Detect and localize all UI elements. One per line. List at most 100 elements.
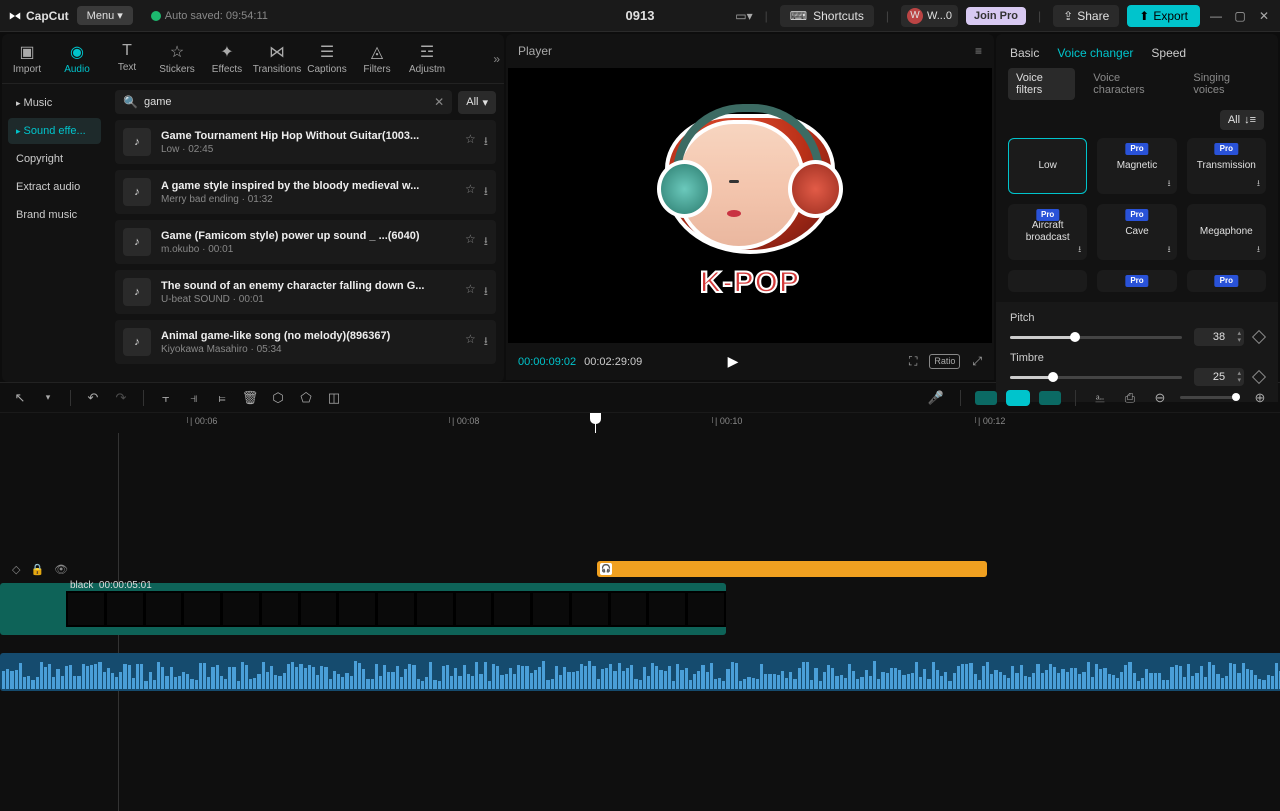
download-icon[interactable]: ⭳ — [484, 282, 488, 303]
redo-button[interactable]: ↷ — [111, 390, 131, 406]
tab-text[interactable]: TText — [102, 38, 152, 79]
user-chip[interactable]: W W...0 — [901, 5, 958, 27]
tab-effects[interactable]: ✦Effects — [202, 38, 252, 79]
favorite-icon[interactable]: ☆ — [465, 132, 476, 153]
crop-tool[interactable]: ◫ — [324, 390, 344, 406]
download-icon[interactable]: ⭳ — [484, 132, 488, 153]
subtab-voice-characters[interactable]: Voice characters — [1085, 68, 1175, 100]
audio-result-item[interactable]: ♪ The sound of an enemy character fallin… — [115, 270, 496, 314]
chevron-down-icon[interactable]: ▾ — [38, 392, 58, 403]
minimize-button[interactable]: — — [1208, 9, 1224, 23]
download-icon[interactable]: ⭳ — [484, 332, 488, 353]
tab-import[interactable]: ▣Import — [2, 38, 52, 79]
playhead-handle[interactable] — [590, 413, 601, 424]
mic-icon[interactable]: 🎤 — [926, 390, 946, 406]
tab-captions[interactable]: ☰Captions — [302, 38, 352, 79]
audio-result-item[interactable]: ♪ A game style inspired by the bloody me… — [115, 170, 496, 214]
zoom-out-icon[interactable]: ⊖ — [1150, 390, 1170, 406]
download-icon[interactable]: ⭳ — [1078, 244, 1081, 255]
marker-tool[interactable]: ⬡ — [268, 390, 288, 406]
diamond-icon[interactable]: ◇ — [12, 563, 20, 576]
player-menu-icon[interactable]: ≡ — [975, 44, 982, 58]
tab-stickers[interactable]: ☆Stickers — [152, 38, 202, 79]
download-icon[interactable]: ⭳ — [1168, 178, 1171, 189]
download-icon[interactable]: ⭳ — [484, 232, 488, 253]
undo-button[interactable]: ↶ — [83, 390, 103, 406]
audio-result-item[interactable]: ♪ Game Tournament Hip Hop Without Guitar… — [115, 120, 496, 164]
tab-adjustments[interactable]: ☲Adjustm — [402, 38, 452, 79]
maximize-button[interactable]: ▢ — [1232, 9, 1248, 23]
voice-card-partial[interactable] — [1008, 270, 1087, 292]
pitch-value[interactable]: 38▴▾ — [1194, 328, 1244, 346]
favorite-icon[interactable]: ☆ — [465, 282, 476, 303]
track-magnet-3[interactable] — [1039, 391, 1061, 405]
subtab-voice-filters[interactable]: Voice filters — [1008, 68, 1075, 100]
timeline-clip-video[interactable]: black 00:00:05:01 — [0, 583, 726, 635]
aspect-display-icon[interactable]: ▭▾ — [735, 9, 752, 23]
voice-filter-card[interactable]: Pro Cave ⭳ — [1097, 204, 1176, 260]
download-icon[interactable]: ⭳ — [1168, 244, 1171, 255]
voice-all-filter[interactable]: All↓≡ — [1220, 110, 1264, 130]
sidebar-item-copyright[interactable]: Copyright — [8, 146, 101, 172]
tab-basic[interactable]: Basic — [1010, 46, 1039, 60]
menu-button[interactable]: Menu▾ — [77, 6, 133, 25]
playhead[interactable] — [595, 413, 596, 433]
crop-icon[interactable]: ⛶ — [909, 354, 917, 369]
voice-card-partial[interactable]: Pro — [1097, 270, 1176, 292]
timbre-value[interactable]: 25▴▾ — [1194, 368, 1244, 386]
audio-result-item[interactable]: ♪ Game (Famicom style) power up sound _ … — [115, 220, 496, 264]
export-button[interactable]: ⬆Export — [1127, 5, 1200, 27]
tab-filters[interactable]: ◬Filters — [352, 38, 402, 79]
timbre-slider[interactable] — [1010, 376, 1182, 379]
subtab-singing-voices[interactable]: Singing voices — [1185, 68, 1266, 100]
tab-audio[interactable]: ◉Audio — [52, 38, 102, 79]
align-icon[interactable]: ⎁ — [1090, 390, 1110, 406]
join-pro-button[interactable]: Join Pro — [966, 7, 1026, 25]
close-button[interactable]: ✕ — [1256, 9, 1272, 23]
timeline-clip-audio[interactable] — [0, 653, 1280, 691]
zoom-in-icon[interactable]: ⊕ — [1250, 390, 1270, 406]
timeline-ruler[interactable]: | 00:06 | 00:08 | 00:10 | 00:12 — [0, 413, 1280, 433]
all-filter-button[interactable]: All▾ — [458, 91, 496, 114]
track-magnet-2[interactable] — [1007, 391, 1029, 405]
split-left-tool[interactable]: ⫣ — [184, 390, 204, 406]
voice-filter-card[interactable]: Low — [1008, 138, 1087, 194]
voice-card-partial[interactable]: Pro — [1187, 270, 1266, 292]
track-magnet-1[interactable] — [975, 391, 997, 405]
favorite-icon[interactable]: ☆ — [465, 332, 476, 353]
project-title[interactable]: 0913 — [626, 8, 655, 23]
split-tool[interactable]: ⫟ — [156, 390, 176, 406]
tab-voice-changer[interactable]: Voice changer — [1057, 46, 1133, 60]
download-icon[interactable]: ⭳ — [1257, 244, 1260, 255]
sidebar-item-sound-effects[interactable]: ▸Sound effe... — [8, 118, 101, 144]
pointer-tool[interactable]: ↖ — [10, 390, 30, 406]
voice-filter-card[interactable]: Megaphone ⭳ — [1187, 204, 1266, 260]
search-input[interactable] — [144, 96, 428, 108]
search-box[interactable]: 🔍 ✕ — [115, 90, 452, 114]
sidebar-item-brand-music[interactable]: Brand music — [8, 202, 101, 228]
play-button[interactable]: ▶ — [728, 353, 739, 370]
sidebar-item-music[interactable]: ▸Music — [8, 90, 101, 116]
shortcuts-button[interactable]: ⌨ Shortcuts — [780, 5, 874, 27]
favorite-icon[interactable]: ☆ — [465, 232, 476, 253]
timeline-tracks[interactable]: ◇ 🔒 👁 🎧 ▣ 🔒 👁 🔇 ⋯ black 00:00:05:01 ◉ 🔒 … — [0, 433, 1280, 811]
shield-tool[interactable]: ⬠ — [296, 390, 316, 406]
voice-filter-card[interactable]: Pro Transmission ⭳ — [1187, 138, 1266, 194]
split-right-tool[interactable]: ⫢ — [212, 390, 232, 406]
share-button[interactable]: ⇪Share — [1053, 5, 1119, 27]
timeline-clip-sticker[interactable]: 🎧 — [597, 561, 987, 577]
sidebar-item-extract-audio[interactable]: Extract audio — [8, 174, 101, 200]
preview-cut-icon[interactable]: ⎙ — [1120, 390, 1140, 406]
ratio-button[interactable]: Ratio — [929, 354, 960, 369]
delete-tool[interactable]: 🗑 — [240, 390, 260, 406]
voice-filter-card[interactable]: Pro Aircraft broadcast ⭳ — [1008, 204, 1087, 260]
fullscreen-icon[interactable]: ⤢ — [972, 354, 982, 369]
keyframe-icon[interactable] — [1252, 330, 1266, 344]
pitch-slider[interactable] — [1010, 336, 1182, 339]
clear-icon[interactable]: ✕ — [434, 95, 444, 109]
tab-transitions[interactable]: ⋈Transitions — [252, 38, 302, 79]
audio-result-item[interactable]: ♪ Animal game-like song (no melody)(8963… — [115, 320, 496, 364]
voice-filter-card[interactable]: Pro Magnetic ⭳ — [1097, 138, 1176, 194]
tab-speed[interactable]: Speed — [1151, 46, 1186, 60]
tabs-more-icon[interactable]: » — [493, 52, 500, 66]
